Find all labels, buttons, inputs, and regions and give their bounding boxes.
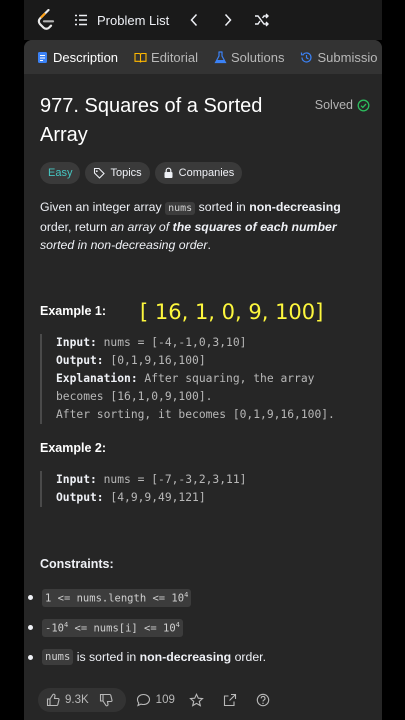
chevron-right-icon (225, 13, 232, 27)
problem-panel: Description Editorial Solutions Submissi… (24, 40, 382, 720)
list-icon (75, 14, 87, 26)
book-icon (134, 52, 147, 63)
star-icon (189, 692, 204, 707)
thumbs-up-icon (46, 693, 60, 707)
tab-submissions[interactable]: Submissio (300, 50, 377, 65)
example-2-block: Input: nums = [-7,-3,2,3,11] Output: [4,… (40, 471, 246, 507)
share-button[interactable] (223, 693, 242, 707)
example-2-heading: Example 2: (40, 441, 107, 455)
example-1-heading: Example 1: (40, 304, 107, 318)
top-nav-bar: Problem List (24, 0, 382, 40)
problem-title[interactable]: 977. Squares of a Sorted Array (40, 92, 290, 150)
flask-icon (214, 50, 227, 63)
thumbs-down-icon (99, 693, 113, 707)
comments-button[interactable]: 109 (136, 693, 175, 707)
difficulty-badge: Easy (40, 162, 81, 184)
problem-list-button[interactable]: Problem List (74, 13, 169, 28)
like-dislike-group: 9.3K (38, 688, 126, 712)
tab-solutions[interactable]: Solutions (214, 50, 284, 65)
problem-description: Given an integer array nums sorted in no… (40, 200, 341, 252)
next-problem-button[interactable] (219, 11, 237, 29)
constraint-item: 1 <= nums.length <= 104 (28, 589, 192, 607)
chevron-left-icon (190, 13, 198, 27)
tag-icon (94, 167, 106, 179)
constraint-item: nums is sorted in non-decreasing order. (28, 649, 266, 665)
description-icon (38, 51, 47, 63)
prev-problem-button[interactable] (185, 11, 203, 29)
companies-button[interactable]: Companies (154, 162, 243, 184)
constraints-heading: Constraints: (40, 557, 114, 571)
problem-list-label: Problem List (97, 12, 170, 28)
solved-status: Solved (315, 98, 370, 112)
constraint-item: -104 <= nums[i] <= 104 (28, 619, 183, 637)
favorite-button[interactable] (189, 692, 209, 708)
topics-button[interactable]: Topics (85, 162, 150, 184)
problem-tags: Easy Topics Companies (40, 162, 370, 184)
comment-icon (136, 693, 150, 707)
like-button[interactable]: 9.3K (46, 693, 89, 707)
question-circle-icon (256, 693, 270, 707)
example-1-block: Input: nums = [-4,-1,0,3,10] Output: [0,… (40, 334, 335, 424)
shuffle-icon (255, 13, 270, 27)
panel-tabs: Description Editorial Solutions Submissi… (24, 40, 382, 74)
check-circle-icon (357, 99, 370, 111)
help-button[interactable] (256, 693, 275, 707)
history-icon (301, 51, 313, 63)
dislike-button[interactable] (99, 693, 118, 707)
leetcode-logo[interactable] (36, 9, 56, 31)
tab-description[interactable]: Description (36, 50, 118, 65)
video-overlay-text: [ 16, 1, 0, 9, 100] (140, 300, 324, 324)
problem-content: 977. Squares of a Sorted Array Solved Ea… (40, 92, 370, 254)
lock-icon (164, 167, 173, 178)
random-problem-button[interactable] (253, 11, 271, 29)
tab-editorial[interactable]: Editorial (134, 50, 198, 65)
share-icon (223, 693, 236, 707)
bottom-action-bar: 9.3K 109 (24, 680, 382, 720)
inline-code: nums (165, 202, 196, 215)
